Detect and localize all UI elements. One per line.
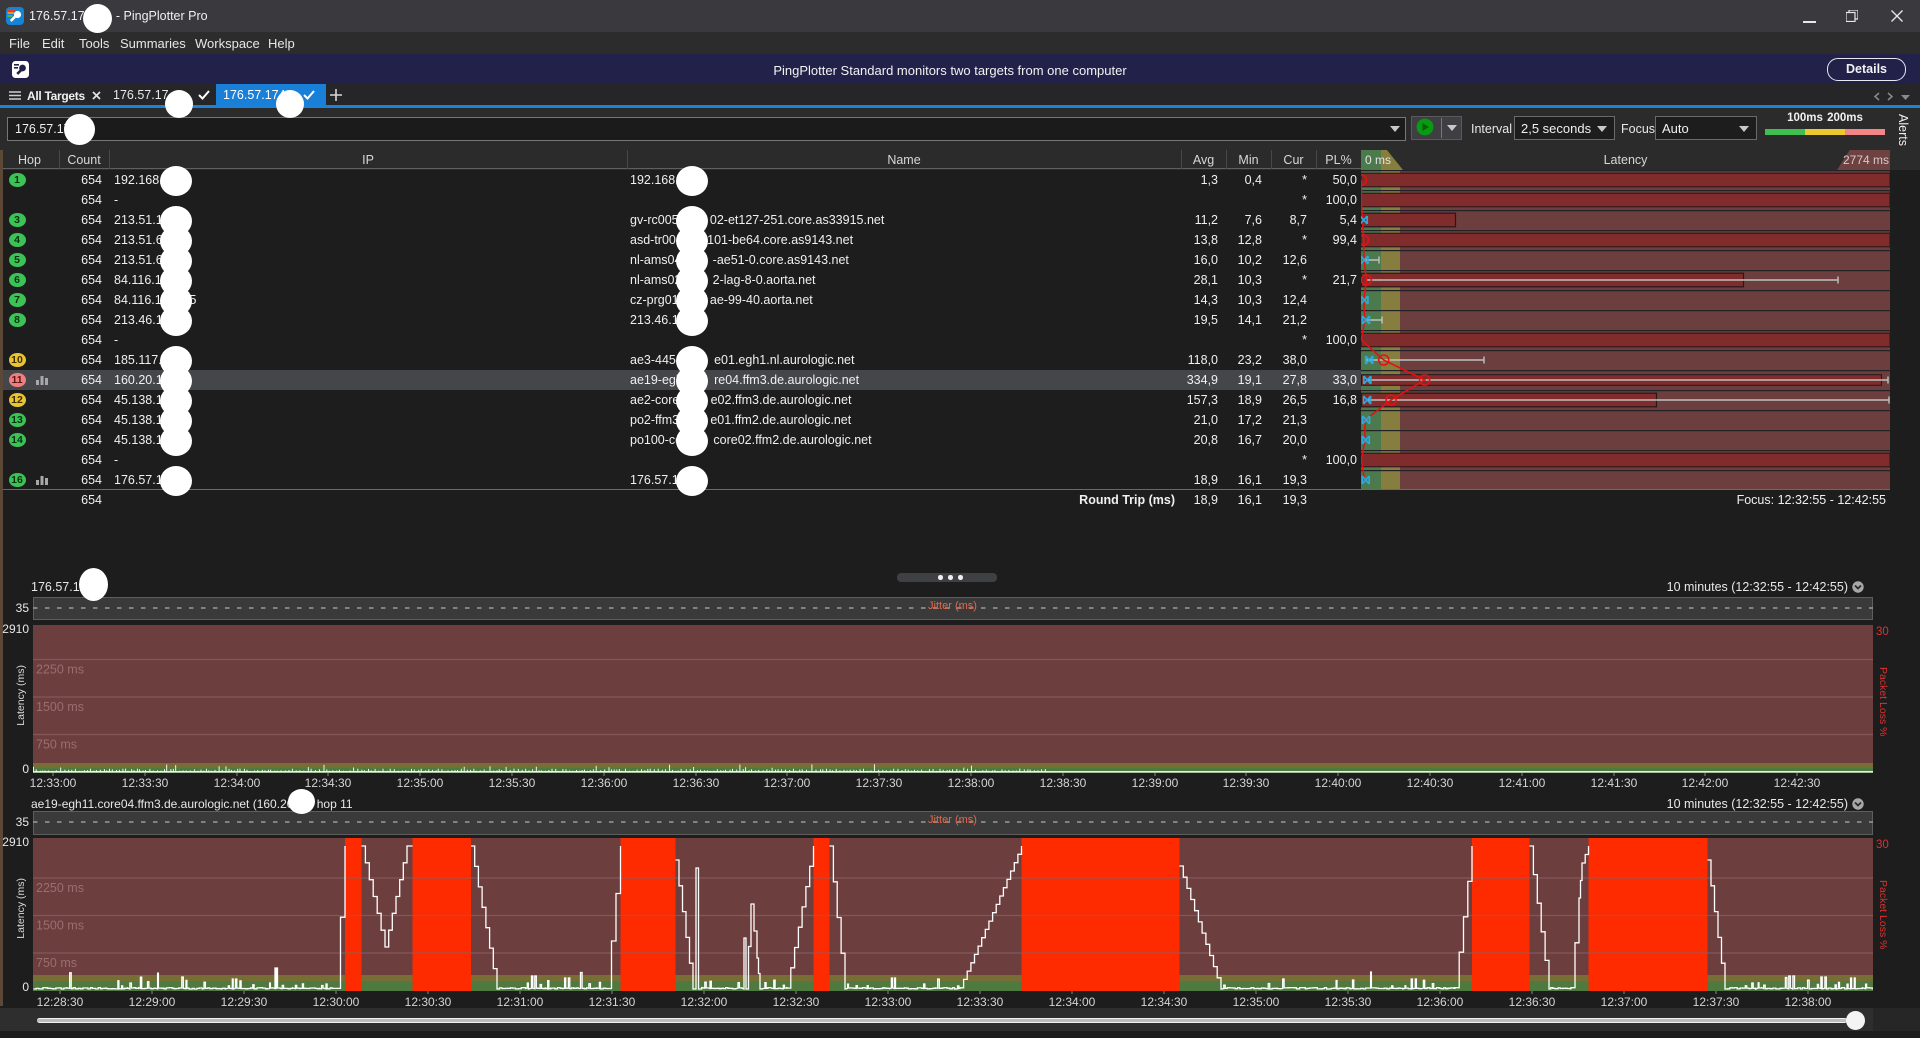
svg-text:1500 ms: 1500 ms <box>36 700 84 714</box>
svg-text:2250 ms: 2250 ms <box>36 881 84 895</box>
svg-text:750 ms: 750 ms <box>36 738 77 752</box>
svg-text:750 ms: 750 ms <box>36 956 77 970</box>
svg-text:2250 ms: 2250 ms <box>36 663 84 677</box>
svg-text:1500 ms: 1500 ms <box>36 919 84 933</box>
